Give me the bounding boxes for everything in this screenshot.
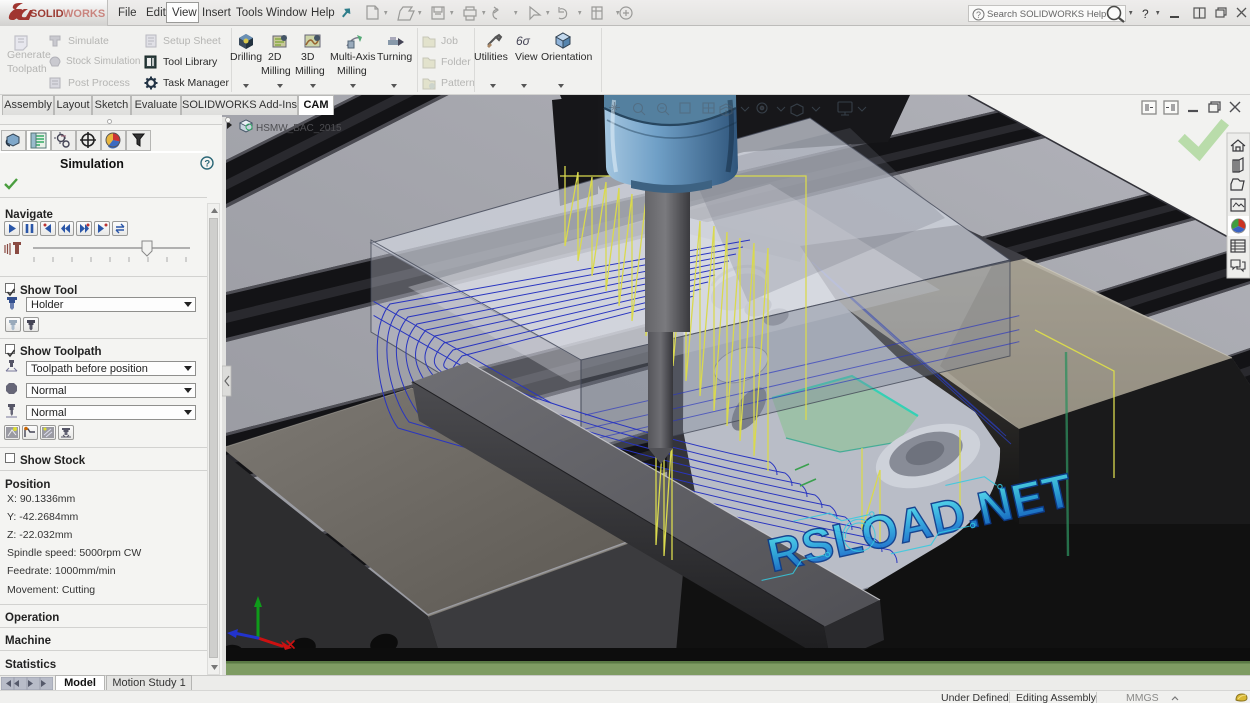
svg-text:HSMW_BAC_2015: HSMW_BAC_2015 bbox=[256, 123, 342, 134]
svg-text:?: ? bbox=[976, 10, 981, 20]
svg-text:WORKS: WORKS bbox=[63, 8, 105, 20]
svg-text:?: ? bbox=[1142, 7, 1149, 21]
svg-text:6σ: 6σ bbox=[516, 34, 531, 48]
svg-text:SOLID: SOLID bbox=[30, 8, 64, 20]
svg-text:?: ? bbox=[204, 159, 210, 170]
